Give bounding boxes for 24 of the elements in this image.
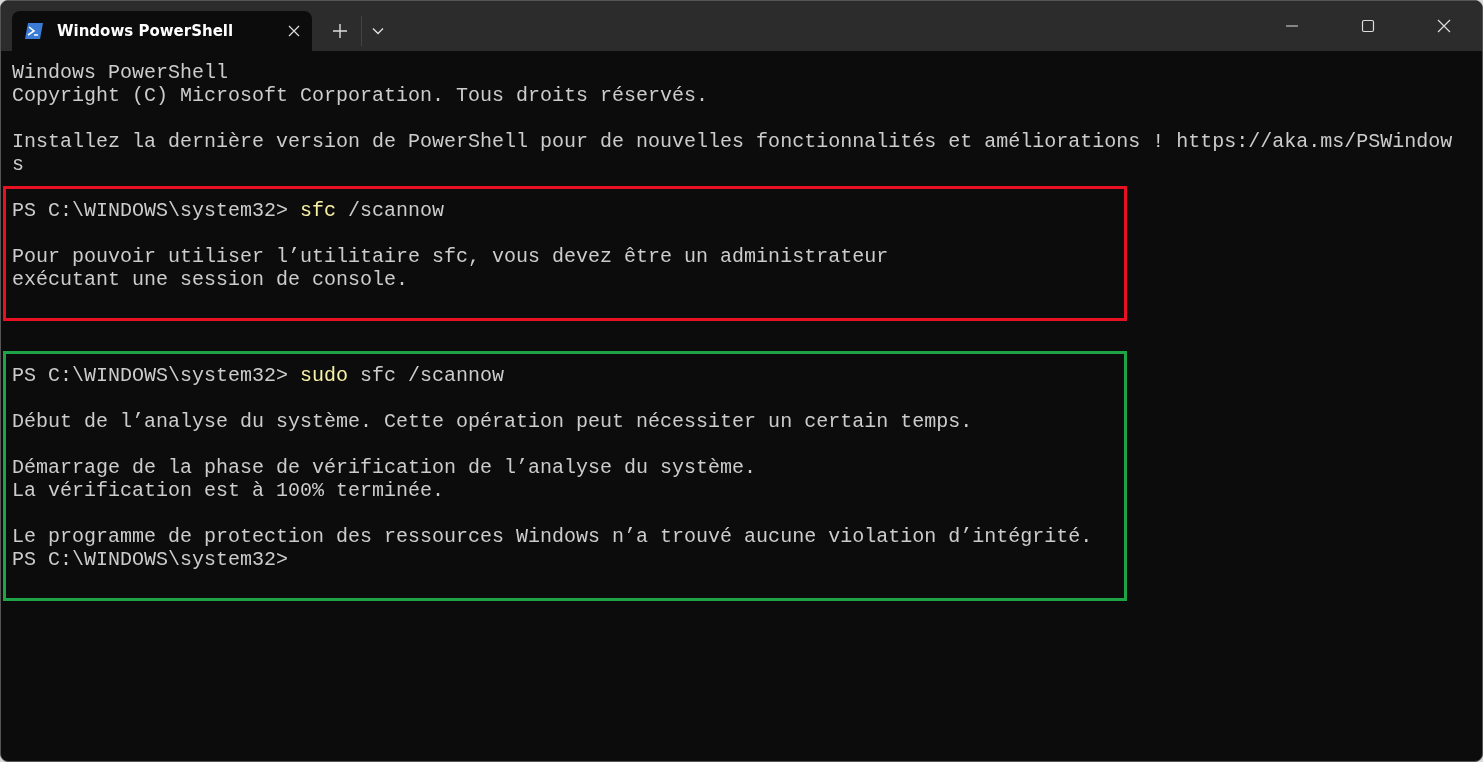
output-text: Installez la dernière version de PowerShell pour de nouvelles fonctionnalités et améliorations ! https://aka.ms/PSWindow	[12, 130, 1453, 153]
close-tab-icon[interactable]	[288, 25, 300, 37]
output-text: La vérification est à 100% terminée.	[12, 479, 445, 502]
chevron-down-icon[interactable]	[372, 27, 384, 35]
output-text: Pour pouvoir utiliser l’utilitaire sfc, vous devez être un administrateur	[12, 245, 889, 268]
output-text: Début de l’analyse du système. Cette opération peut nécessiter un certain temps.	[12, 410, 973, 433]
output-text: Démarrage de la phase de vérification de l’analyse du système.	[12, 456, 757, 479]
powershell-icon	[25, 23, 43, 39]
output-text: exécutant une session de console.	[12, 268, 409, 291]
output-text: Copyright (C) Microsoft Corporation. Tous droits réservés.	[12, 84, 709, 107]
tab[interactable]: Windows PowerShell	[12, 11, 312, 51]
argument-text: sfc /scannow	[360, 364, 505, 387]
prompt-text: PS C:\WINDOWS\system32>	[12, 364, 289, 387]
command-text: sudo	[300, 364, 349, 387]
prompt-text: PS C:\WINDOWS\system32>	[12, 548, 289, 571]
maximize-icon[interactable]	[1361, 19, 1375, 33]
output-text: s	[12, 153, 24, 176]
close-icon[interactable]	[1437, 19, 1451, 33]
command-text: sfc	[300, 199, 337, 222]
output-text: Le programme de protection des ressources Windows n’a trouvé aucune violation d’intégrité.	[12, 525, 1093, 548]
argument-text: /scannow	[348, 199, 445, 222]
output-text: Windows PowerShell	[12, 61, 229, 84]
prompt-text: PS C:\WINDOWS\system32>	[12, 199, 289, 222]
new-tab-icon[interactable]	[333, 24, 347, 38]
